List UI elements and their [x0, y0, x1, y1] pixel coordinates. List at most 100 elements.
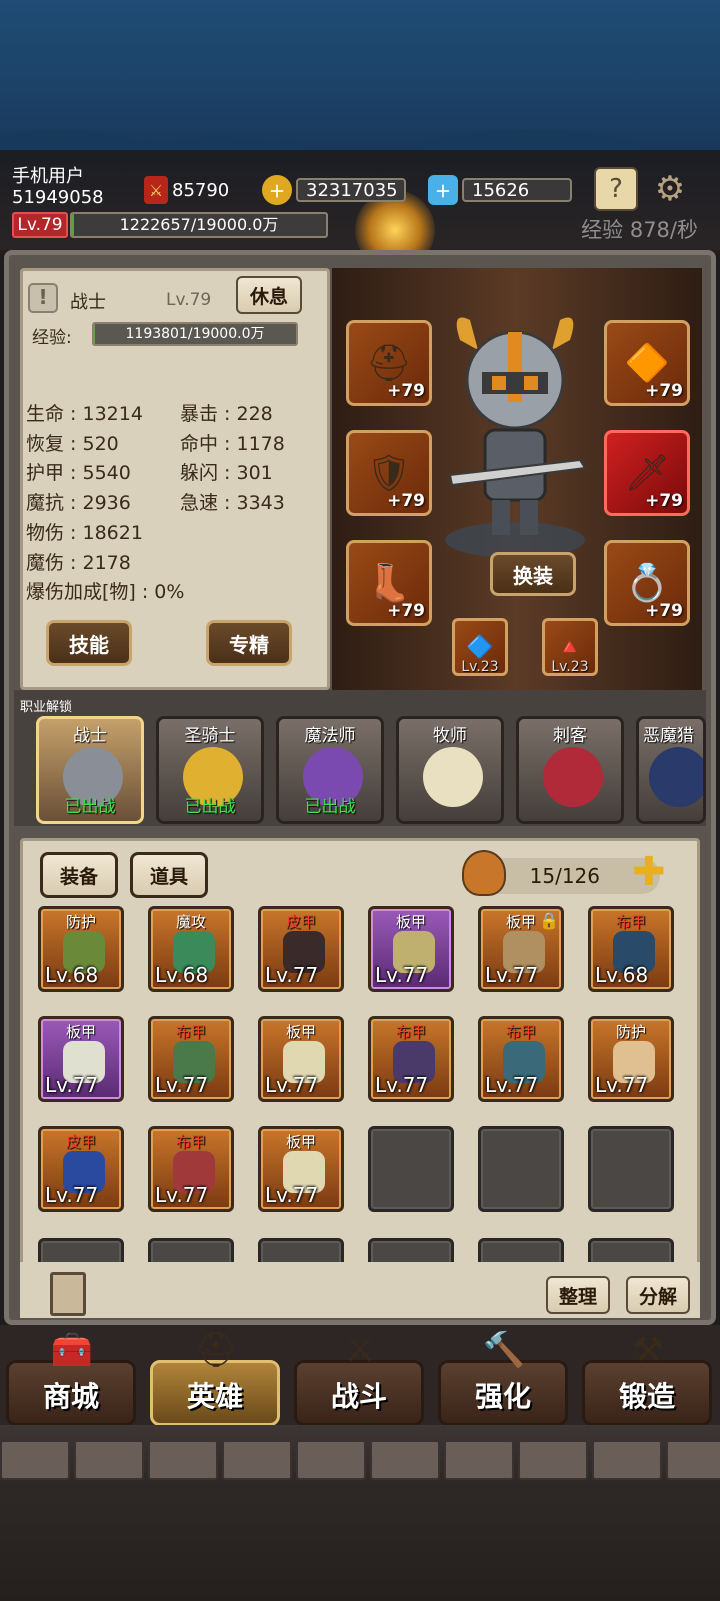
item-type-label: 布甲	[175, 1133, 206, 1151]
empty-slot[interactable]	[478, 1126, 564, 1212]
class-card-mage[interactable]: 魔法师 已出战	[276, 716, 384, 824]
diamond-plus-icon[interactable]: ＋	[428, 175, 458, 205]
player-exp-text: 1222657/19000.0万	[119, 215, 279, 234]
inventory-item[interactable]: 布甲 Lv.77	[148, 1126, 234, 1212]
crossed-swords-icon: ⚔	[344, 1330, 376, 1370]
rest-button[interactable]: 休息	[236, 276, 302, 314]
brick	[370, 1440, 440, 1480]
class-card-name: 牧师	[433, 726, 467, 746]
brick	[666, 1440, 720, 1480]
gold-value: 32317035	[306, 179, 398, 201]
stat-phys-dmg: 物伤 : 18621	[26, 521, 143, 544]
class-card-priest[interactable]: 牧师	[396, 716, 504, 824]
inventory-item[interactable]: 板甲 Lv.77	[38, 1016, 124, 1102]
inventory-item[interactable]: 板甲 Lv.77	[258, 1126, 344, 1212]
red-gem-slot[interactable]: 🔺 Lv.23	[542, 618, 598, 676]
amulet-plus: +79	[645, 381, 683, 401]
nav-hero-label: 英雄	[186, 1380, 243, 1413]
item-level-label: Lv.68	[45, 963, 99, 987]
tab-equipment[interactable]: 装备	[40, 852, 118, 898]
tab-items[interactable]: 道具	[130, 852, 208, 898]
item-type-label: 板甲	[65, 1023, 96, 1041]
gold-coin-plus-icon[interactable]: ＋	[262, 175, 292, 205]
inventory-item[interactable]: 防护 Lv.77	[588, 1016, 674, 1102]
item-type-label: 布甲	[175, 1023, 206, 1041]
item-type-label: 板甲	[285, 1133, 316, 1151]
inventory-item[interactable]: 布甲 Lv.77	[148, 1016, 234, 1102]
change-outfit-button[interactable]: 换装	[490, 552, 576, 596]
item-level-label: Lv.77	[375, 1073, 429, 1097]
empty-slot[interactable]	[368, 1126, 454, 1212]
stat-haste: 急速 : 3343	[180, 492, 285, 515]
inventory-item[interactable]: 布甲 Lv.68	[588, 906, 674, 992]
class-card-assassin[interactable]: 刺客	[516, 716, 624, 824]
skill-button[interactable]: 技能	[46, 620, 132, 666]
nav-shop-label: 商城	[42, 1380, 99, 1413]
inventory-item[interactable]: 布甲 Lv.77	[478, 1016, 564, 1102]
item-level-label: Lv.77	[485, 1073, 539, 1097]
stat-regen: 恢复 : 520	[26, 432, 119, 455]
stat-dodge: 躲闪 : 301	[180, 462, 273, 485]
deployed-status: 已出战	[304, 797, 356, 817]
lock-icon: 🔒	[539, 911, 559, 930]
expand-bag-plus-icon[interactable]: ✚	[632, 852, 676, 896]
item-level-label: Lv.77	[45, 1183, 99, 1207]
brick	[296, 1440, 366, 1480]
inventory-item[interactable]: 板甲 Lv.77 🔒	[478, 906, 564, 992]
item-type-label: 板甲	[285, 1023, 316, 1041]
item-type-label: 板甲	[395, 913, 426, 931]
item-type-label: 布甲	[615, 913, 646, 931]
decompose-button[interactable]: 分解	[626, 1276, 690, 1314]
brick	[148, 1440, 218, 1480]
sort-button[interactable]: 整理	[546, 1276, 610, 1314]
item-level-label: Lv.68	[595, 963, 649, 987]
class-card-demon-hunter[interactable]: 恶魔猎	[636, 716, 706, 824]
class-card-paladin[interactable]: 圣骑士 已出战	[156, 716, 264, 824]
treasure-chest-icon: 🧰	[50, 1330, 94, 1370]
power-display: ⚔ 85790	[144, 176, 229, 204]
player-name: 手机用户	[12, 166, 84, 187]
class-card-name: 战士	[73, 726, 107, 746]
gear-icon[interactable]: ⚙	[648, 167, 692, 211]
stat-hp: 生命 : 13214	[26, 403, 143, 425]
class-card-name: 恶魔猎	[643, 726, 694, 746]
hero-exp-text: 1193801/19000.0万	[125, 326, 265, 342]
inventory-item[interactable]: 板甲 Lv.77	[368, 906, 454, 992]
item-type-label: 布甲	[505, 1023, 536, 1041]
boots-slot[interactable]: 👢 +79	[346, 540, 432, 626]
question-book-icon[interactable]: ?	[594, 167, 638, 211]
stat-crit-dmg: 爆伤加成[物] : 0%	[26, 581, 185, 604]
specialize-button[interactable]: 专精	[206, 620, 292, 666]
helmet-plus: +79	[387, 381, 425, 401]
weapon-slot[interactable]: 🗡 +79	[604, 430, 690, 516]
hero-level: Lv.79	[166, 290, 212, 310]
inventory-item[interactable]: 布甲 Lv.77	[368, 1016, 454, 1102]
demon-hunter-portrait	[649, 747, 703, 807]
class-card-warrior[interactable]: 战士 已出战	[36, 716, 144, 824]
stat-armor: 护甲 : 5540	[26, 462, 131, 485]
armor-slot[interactable]: 🛡 +79	[346, 430, 432, 516]
blue-gem-slot[interactable]: 🔷 Lv.23	[452, 618, 508, 676]
inventory-item[interactable]: 魔攻 Lv.68	[148, 906, 234, 992]
inventory-item[interactable]: 防护 Lv.68	[38, 906, 124, 992]
empty-slot[interactable]	[588, 1126, 674, 1212]
sword-shield-icon: ⚔	[144, 176, 168, 204]
gold-display: ＋ 32317035	[262, 175, 406, 205]
nav-battle-label: 战斗	[330, 1380, 387, 1413]
item-level-label: Lv.77	[45, 1073, 99, 1097]
helmet-slot[interactable]: ⛑ +79	[346, 320, 432, 406]
stats-right: 暴击 : 228 命中 : 1178 躲闪 : 301 急速 : 3343	[180, 400, 285, 519]
amulet-slot[interactable]: 🔶 +79	[604, 320, 690, 406]
gem-value-box: 15626	[462, 178, 572, 202]
inventory-item[interactable]: 皮甲 Lv.77	[38, 1126, 124, 1212]
book-icon[interactable]	[50, 1272, 86, 1316]
gem-display: ＋ 15626	[428, 175, 572, 205]
bag-icon	[462, 850, 506, 896]
inventory-item[interactable]: 皮甲 Lv.77	[258, 906, 344, 992]
item-level-label: Lv.77	[155, 1183, 209, 1207]
sky-background	[0, 0, 720, 178]
exclamation-icon[interactable]: !	[28, 283, 58, 313]
class-card-name: 魔法师	[304, 726, 356, 746]
ring-slot[interactable]: 💍 +79	[604, 540, 690, 626]
inventory-item[interactable]: 板甲 Lv.77	[258, 1016, 344, 1102]
